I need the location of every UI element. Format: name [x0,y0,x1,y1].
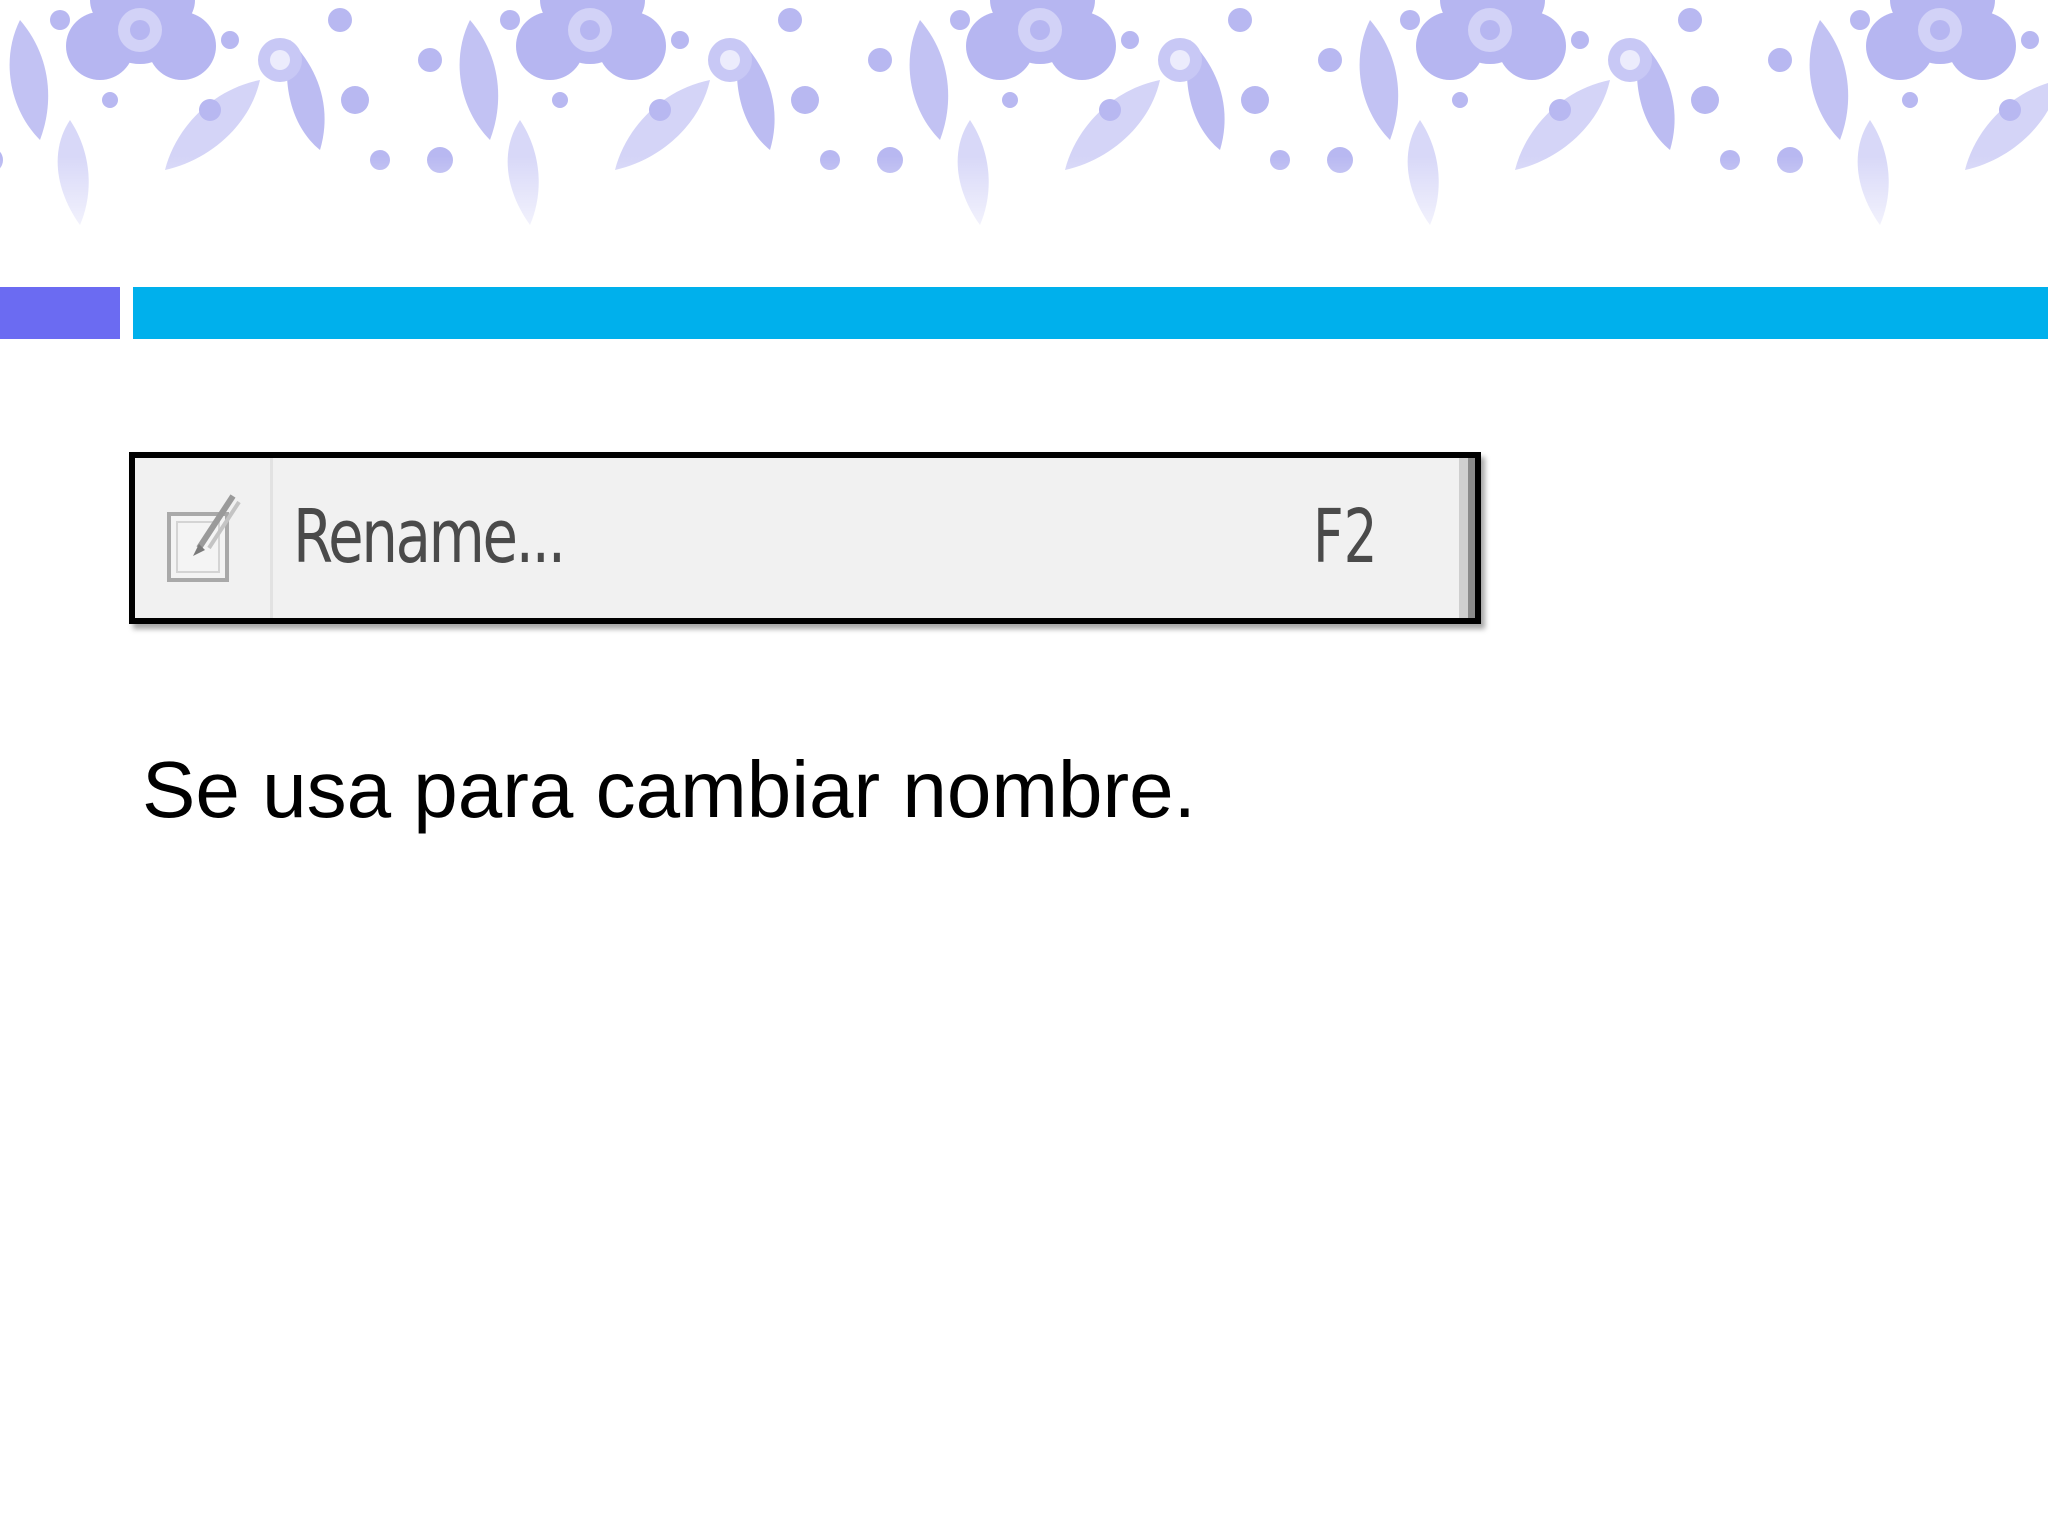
menu-item-label: Rename... [293,494,566,580]
rename-icon [167,494,241,582]
accent-bar-left [0,287,120,339]
menu-icon-column [135,458,273,618]
rename-menu-item[interactable]: Rename... F2 [129,452,1481,624]
menu-edge [1459,458,1475,618]
slide-caption: Se usa para cambiar nombre. [142,745,1196,834]
accent-bar-main [133,287,2048,339]
floral-banner [0,0,2048,260]
keyboard-shortcut: F2 [1313,494,1378,580]
floral-pattern [0,0,2048,260]
